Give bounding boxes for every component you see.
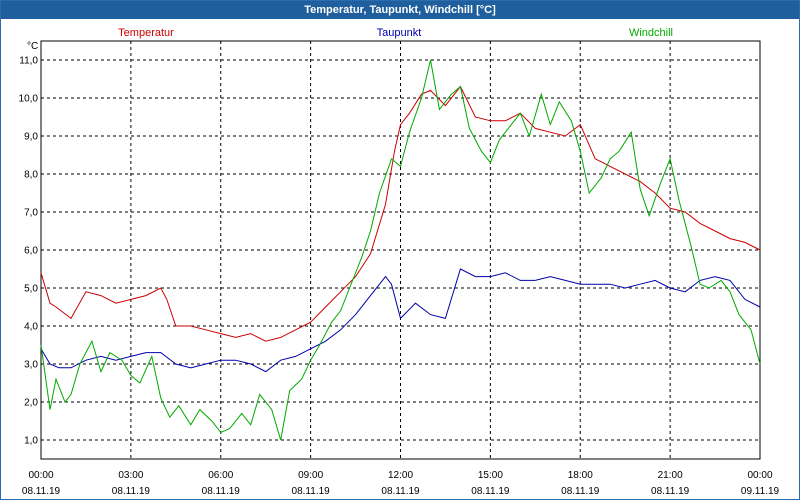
x-tick-time: 00:00	[28, 470, 53, 481]
legend: Temperatur Taupunkt Windchill	[118, 27, 673, 39]
x-tick-time: 00:00	[747, 470, 772, 481]
chart-svg: 1,0 2,0 3,0 4,0 5,0 6,0 7,0 8,0 9,0 10,0 11,0 00:0…	[19, 27, 780, 497]
x-tick-date: 08.11.19	[471, 486, 510, 497]
x-tick-date: 09.11.19	[741, 486, 780, 497]
y-axis-label: °C	[27, 41, 38, 52]
x-tick-date: 08.11.19	[112, 486, 151, 497]
x-tick-date: 08.11.19	[202, 486, 241, 497]
x-tick-time: 03:00	[118, 470, 143, 481]
y-tick-label: 10,0	[19, 94, 39, 105]
y-tick-label: 2,0	[24, 398, 38, 409]
x-tick-time: 18:00	[568, 470, 593, 481]
y-tick-label: 8,0	[24, 170, 38, 181]
y-tick-label: 6,0	[24, 246, 38, 257]
series-line-temperatur	[40, 85, 761, 342]
x-tick-time: 21:00	[658, 470, 683, 481]
y-tick-label: 9,0	[24, 132, 38, 143]
y-tick-label: 5,0	[24, 284, 38, 295]
x-tick-date: 08.11.19	[651, 486, 690, 497]
x-tick-time: 15:00	[478, 470, 503, 481]
legend-windchill: Windchill	[629, 27, 673, 39]
legend-taupunkt: Taupunkt	[377, 27, 422, 39]
y-tick-label: 11,0	[19, 56, 38, 67]
series-line-taupunkt	[40, 268, 761, 373]
y-tick-label: 3,0	[24, 360, 38, 371]
x-tick-time: 09:00	[298, 470, 323, 481]
x-tick-date: 08.11.19	[381, 486, 420, 497]
x-axis-ticks: 00:00 08.11.19 03:00 08.11.19 06:00 08.11.19 0…	[22, 470, 780, 497]
legend-temperatur: Temperatur	[118, 27, 174, 39]
y-axis-ticks: 1,0 2,0 3,0 4,0 5,0 6,0 7,0 8,0 9,0 10,0 11,0	[19, 56, 39, 447]
x-tick-time: 06:00	[208, 470, 233, 481]
x-tick-time: 12:00	[388, 470, 413, 481]
grid	[41, 41, 760, 459]
y-tick-label: 4,0	[24, 322, 38, 333]
y-tick-label: 7,0	[24, 208, 38, 219]
y-tick-label: 1,0	[24, 436, 38, 447]
x-tick-date: 08.11.19	[561, 486, 600, 497]
chart-window: Temperatur, Taupunkt, Windchill [°C] 1,0…	[0, 0, 800, 500]
x-tick-date: 08.11.19	[292, 486, 331, 497]
x-tick-date: 08.11.19	[22, 486, 61, 497]
